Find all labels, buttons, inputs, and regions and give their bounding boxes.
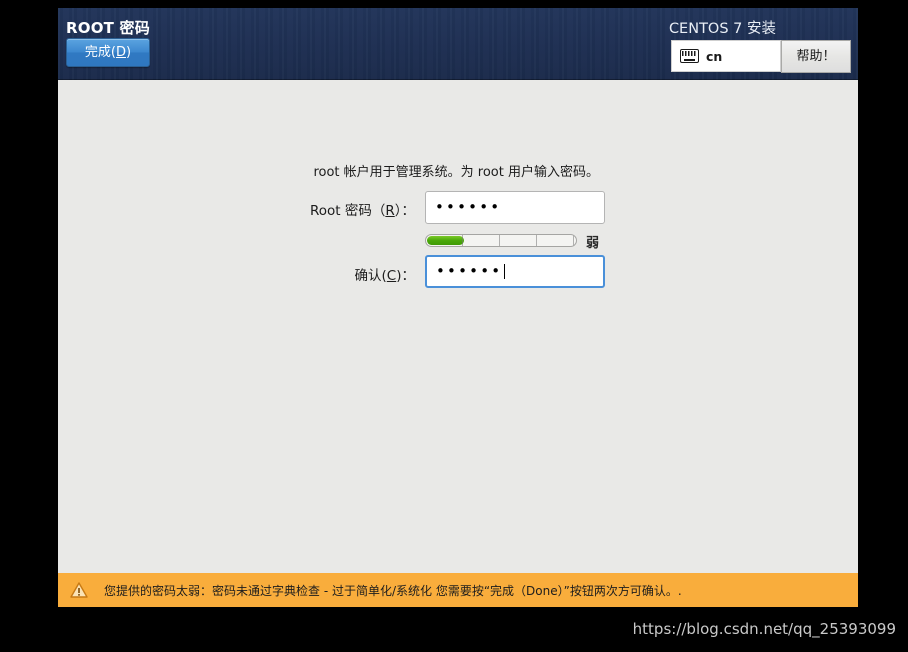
text-caret — [504, 264, 506, 279]
help-button[interactable]: 帮助！ — [781, 40, 851, 73]
done-button[interactable]: 完成(D) — [66, 38, 150, 67]
password-strength-fill — [427, 236, 464, 245]
intro-text: root 帐户用于管理系统。为 root 用户输入密码。 — [313, 165, 599, 180]
password-strength-row: 弱 — [58, 232, 678, 251]
done-button-label: 完成(D) — [84, 45, 132, 60]
screen-root: ROOT 密码 完成(D) CENTOS 7 安装 cn 帮助！ root 帐户… — [0, 0, 908, 652]
watermark: https://blog.csdn.net/qq_25393099 — [632, 620, 896, 638]
password-strength-meter — [425, 234, 577, 247]
root-password-input[interactable]: •••••• — [425, 191, 605, 224]
confirm-password-value: •••••• — [436, 257, 506, 286]
confirm-password-row: 确认(C)： •••••• — [58, 255, 605, 288]
root-password-value: •••••• — [435, 198, 502, 216]
warning-triangle-icon — [70, 582, 88, 598]
window-header: ROOT 密码 完成(D) CENTOS 7 安装 cn 帮助！ — [58, 8, 858, 80]
password-strength-label: 弱 — [586, 236, 600, 251]
main-content: root 帐户用于管理系统。为 root 用户输入密码。 Root 密码（R）：… — [58, 80, 858, 573]
confirm-password-label: 确认(C)： — [354, 268, 416, 284]
keyboard-layout-indicator[interactable]: cn — [671, 40, 781, 72]
warning-message: 您提供的密码太弱：密码未通过字典检查 - 过于简单化/系统化 您需要按“完成（D… — [104, 583, 682, 598]
installer-window: ROOT 密码 完成(D) CENTOS 7 安装 cn 帮助！ root 帐户… — [58, 8, 858, 607]
root-password-label: Root 密码（R）： — [309, 203, 415, 219]
root-password-row: Root 密码（R）： •••••• — [58, 191, 605, 224]
keyboard-layout-label: cn — [706, 48, 723, 64]
page-title: ROOT 密码 — [66, 19, 150, 37]
keyboard-icon — [680, 49, 699, 63]
warning-bar: 您提供的密码太弱：密码未通过字典检查 - 过于简单化/系统化 您需要按“完成（D… — [58, 573, 858, 607]
confirm-password-input[interactable]: •••••• — [425, 255, 605, 288]
product-title: CENTOS 7 安装 — [668, 21, 776, 37]
